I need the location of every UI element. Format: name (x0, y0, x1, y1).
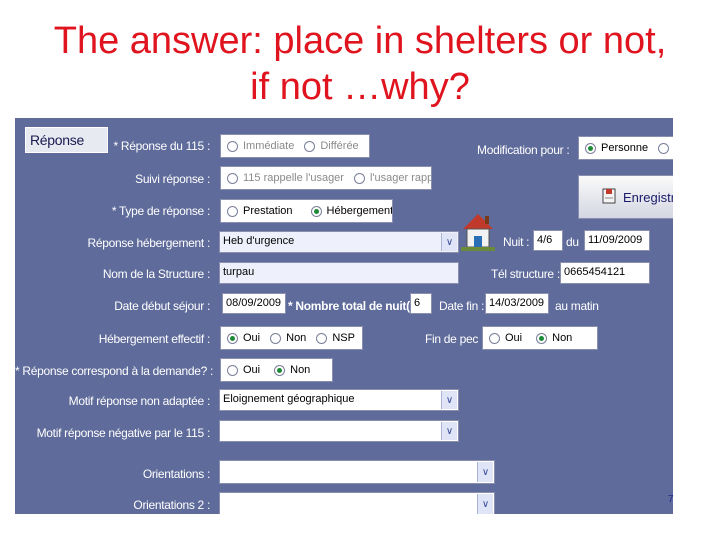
label-date-fin: Date fin : (439, 299, 485, 313)
label-nuit: Nuit : (503, 235, 530, 249)
label-motif-negative: Motif réponse négative par le 115 : (36, 426, 211, 440)
radio-fin-pec-non[interactable]: Non (536, 332, 572, 344)
reponse-correspond-radio-group[interactable]: Oui Non (220, 358, 333, 382)
house-icon[interactable] (461, 212, 495, 252)
slide-number: 7 (668, 494, 674, 505)
save-button-label: Enregistr (623, 189, 673, 205)
label-reponse-hebergement: Réponse hébergement : (87, 236, 211, 250)
radio-115-rappelle[interactable]: 115 rappelle l'usager (227, 172, 344, 184)
type-reponse-radio-group[interactable]: Prestation Hébergement (220, 199, 393, 223)
radio-prestation[interactable]: Prestation (227, 205, 293, 217)
radio-usager-rappelle-dot[interactable] (353, 172, 365, 184)
reponse-hebergement-value: Heb d'urgence (223, 235, 295, 247)
label-hebergement-effectif: Hébergement effectif : (98, 332, 211, 346)
radio-effectif-non-dot[interactable] (270, 332, 282, 344)
label-orientations-2: Orientations 2 : (133, 498, 210, 512)
radio-effectif-nsp-dot[interactable] (316, 332, 328, 344)
tel-structure-field[interactable]: 0665454121 (560, 262, 650, 284)
label-reponse-correspond: * Réponse correspond à la demande? : (15, 364, 214, 378)
radio-fin-pec-non-dot[interactable] (536, 332, 548, 344)
suivi-reponse-radio-group[interactable]: 115 rappelle l'usager l'usager rappelle (220, 166, 432, 190)
radio-correspond-oui[interactable]: Oui (227, 364, 260, 376)
orientations-select[interactable]: ∨ (219, 460, 495, 484)
nuit-date-field[interactable]: 11/09/2009 (584, 230, 650, 251)
modification-radio-group[interactable]: Personne (578, 136, 673, 160)
label-tel-structure: Tél structure : (491, 267, 560, 281)
chevron-down-icon[interactable]: ∨ (441, 391, 457, 409)
label-modification-pour: Modification pour : (477, 143, 570, 157)
reponse-115-radio-group[interactable]: Immédiate Différée (220, 134, 370, 158)
radio-modification-other-dot[interactable] (658, 142, 670, 154)
reponse-form-screenshot: Réponse * Réponse du 115 : Immédiate Dif… (15, 118, 673, 514)
radio-immediate-dot[interactable] (227, 140, 238, 152)
motif-non-adaptee-select[interactable]: Eloignement géographique ∨ (219, 389, 459, 411)
motif-negative-select[interactable]: ∨ (219, 420, 459, 442)
label-suivi-reponse: Suivi réponse : (135, 172, 210, 186)
orientations-2-select[interactable]: ∨ (219, 492, 495, 514)
slide-title-line1: The answer: place in shelters or not, (53, 20, 667, 62)
radio-effectif-non[interactable]: Non (270, 332, 306, 344)
radio-hebergement-dot[interactable] (310, 205, 322, 217)
label-nombre-nuits: * Nombre total de nuit(s) (288, 299, 420, 313)
date-fin-field[interactable]: 14/03/2009 (485, 293, 549, 314)
radio-fin-pec-oui-dot[interactable] (489, 332, 500, 344)
radio-immediate[interactable]: Immédiate (227, 140, 294, 152)
radio-effectif-oui[interactable]: Oui (227, 332, 260, 344)
radio-correspond-non[interactable]: Non (274, 364, 310, 376)
chevron-down-icon[interactable]: ∨ (477, 462, 493, 482)
chevron-down-icon[interactable]: ∨ (477, 494, 493, 514)
label-au-matin: au matin (555, 299, 599, 313)
radio-prestation-dot[interactable] (227, 205, 238, 217)
radio-usager-rappelle[interactable]: l'usager rappelle (353, 172, 431, 184)
radio-115-rappelle-dot[interactable] (227, 172, 238, 184)
label-nom-structure: Nom de la Structure : (102, 267, 210, 281)
chevron-down-icon[interactable]: ∨ (441, 233, 457, 251)
radio-personne-dot[interactable] (585, 142, 596, 154)
radio-personne[interactable]: Personne (585, 142, 648, 154)
date-debut-field[interactable]: 08/09/2009 (222, 293, 286, 314)
label-fin-pec: Fin de pec : (425, 332, 485, 346)
radio-hebergement[interactable]: Hébergement (310, 205, 392, 217)
motif-non-adaptee-value: Eloignement géographique (223, 393, 355, 405)
slide-title-line2: if not …why? (250, 66, 470, 108)
radio-effectif-oui-dot[interactable] (227, 332, 238, 344)
radio-correspond-oui-dot[interactable] (227, 364, 238, 376)
nom-structure-field[interactable]: turpau (219, 262, 459, 284)
label-motif-non-adaptee: Motif réponse non adaptée : (68, 394, 211, 408)
label-type-reponse: * Type de réponse : (111, 204, 210, 218)
fin-pec-radio-group[interactable]: Oui Non (482, 326, 598, 350)
nuit-field[interactable]: 4/6 (533, 230, 563, 251)
radio-effectif-nsp[interactable]: NSP (316, 332, 355, 344)
tab-reponse[interactable]: Réponse (25, 127, 108, 153)
save-button[interactable]: Enregistr (578, 175, 673, 219)
nombre-nuits-field[interactable]: 6 (410, 293, 432, 314)
label-reponse-115: * Réponse du 115 : (113, 139, 211, 153)
radio-fin-pec-oui[interactable]: Oui (489, 332, 522, 344)
radio-correspond-non-dot[interactable] (274, 364, 286, 376)
label-date-debut: Date début séjour : (114, 299, 210, 313)
reponse-hebergement-select[interactable]: Heb d'urgence ∨ (219, 231, 459, 253)
slide-title: The answer: place in shelters or not, if… (0, 18, 720, 110)
radio-differee-dot[interactable] (304, 140, 316, 152)
radio-differee[interactable]: Différée (304, 140, 359, 152)
label-orientations: Orientations : (142, 467, 210, 481)
label-du: du (566, 235, 579, 249)
chevron-down-icon[interactable]: ∨ (441, 422, 457, 440)
radio-modification-other[interactable] (658, 142, 673, 154)
hebergement-effectif-radio-group[interactable]: Oui Non NSP (220, 326, 363, 350)
save-icon (601, 187, 617, 208)
